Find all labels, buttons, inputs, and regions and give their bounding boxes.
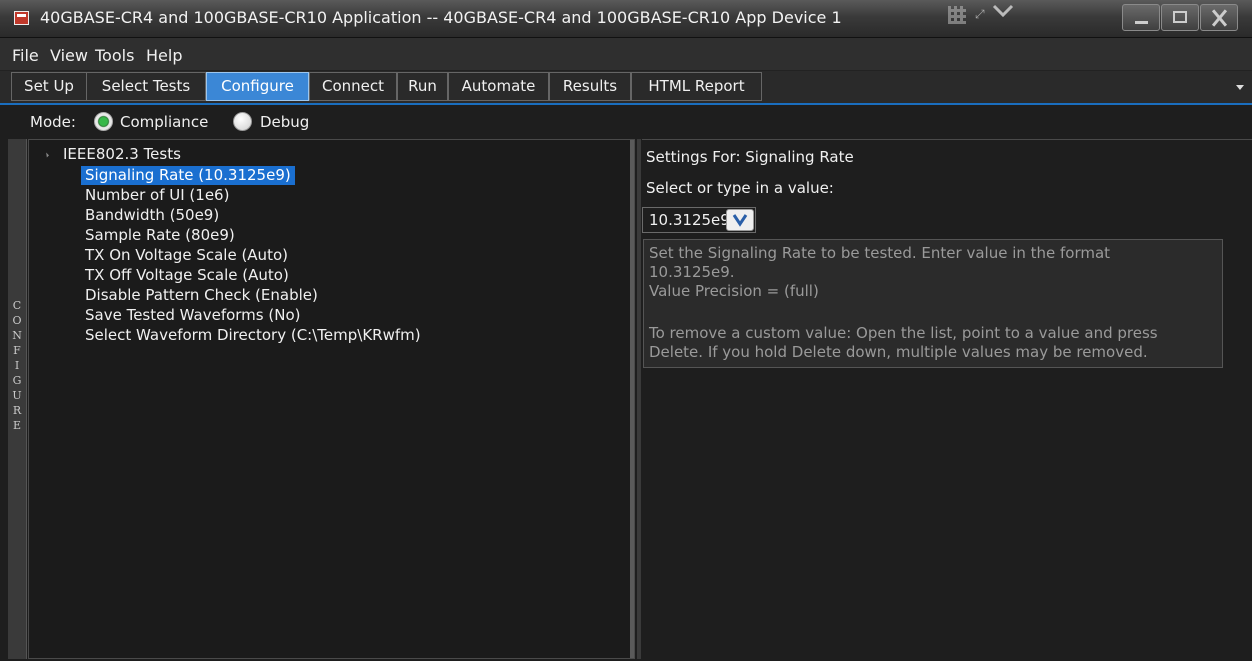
- compliance-label[interactable]: Compliance: [120, 113, 208, 131]
- tree-scrollbar[interactable]: [630, 140, 634, 658]
- chevron-down-icon: [732, 214, 748, 227]
- tree-item-number-of-ui[interactable]: Number of UI (1e6): [81, 186, 233, 205]
- tree-item-select-waveform-directory[interactable]: Select Waveform Directory (C:\Temp\KRwfm…: [81, 326, 425, 345]
- tab-results[interactable]: Results: [549, 72, 631, 101]
- collapse-icon[interactable]: [44, 152, 49, 158]
- menu-view[interactable]: View: [50, 46, 88, 65]
- panel-splitter[interactable]: [637, 139, 641, 659]
- menu-tools[interactable]: Tools: [95, 46, 134, 65]
- help-text-box: Set the Signaling Rate to be tested. Ent…: [643, 239, 1223, 368]
- tab-automate[interactable]: Automate: [448, 72, 549, 101]
- mode-label: Mode:: [30, 113, 76, 131]
- compliance-radio[interactable]: [94, 112, 113, 131]
- tab-connect[interactable]: Connect: [309, 72, 397, 101]
- tab-run[interactable]: Run: [397, 72, 448, 101]
- title-bar[interactable]: 40GBASE-CR4 and 100GBASE-CR10 Applicatio…: [0, 0, 1252, 38]
- value-combobox[interactable]: 10.3125e9: [642, 207, 756, 233]
- tree-item-tx-off-voltage-scale[interactable]: TX Off Voltage Scale (Auto): [81, 266, 293, 285]
- tab-bar: Set Up Select Tests Configure Connect Ru…: [0, 71, 1252, 105]
- close-button[interactable]: [1200, 4, 1238, 31]
- tab-overflow-icon[interactable]: [1236, 85, 1244, 90]
- maximize-button[interactable]: [1161, 4, 1199, 31]
- layout-grid-icon[interactable]: [948, 6, 966, 24]
- tree-item-disable-pattern-check[interactable]: Disable Pattern Check (Enable): [81, 286, 322, 305]
- settings-prompt: Select or type in a value:: [646, 179, 834, 197]
- help-line: Set the Signaling Rate to be tested. Ent…: [649, 244, 1111, 262]
- menu-help[interactable]: Help: [146, 46, 182, 65]
- tree-item-signaling-rate[interactable]: Signaling Rate (10.3125e9): [81, 166, 295, 185]
- menu-bar: File View Tools Help: [0, 38, 1252, 71]
- mode-selector: Mode: Compliance Debug: [28, 110, 628, 134]
- chevron-down-icon[interactable]: [992, 4, 1014, 18]
- dropdown-button[interactable]: [726, 209, 754, 231]
- tree-item-bandwidth[interactable]: Bandwidth (50e9): [81, 206, 223, 225]
- expand-icon[interactable]: ⤢: [975, 6, 991, 22]
- tree-item-save-tested-waveforms[interactable]: Save Tested Waveforms (No): [81, 306, 304, 325]
- side-letter: E: [12, 419, 22, 432]
- tab-html-report[interactable]: HTML Report: [631, 72, 762, 101]
- help-line: Value Precision = (full): [649, 282, 819, 300]
- side-letter: U: [12, 389, 22, 402]
- side-letter: C: [12, 299, 22, 312]
- test-tree[interactable]: IEEE802.3 Tests Signaling Rate (10.3125e…: [28, 139, 635, 659]
- debug-radio[interactable]: [233, 112, 252, 131]
- side-letter: R: [12, 404, 22, 417]
- window-title: 40GBASE-CR4 and 100GBASE-CR10 Applicatio…: [40, 8, 842, 27]
- tree-item-sample-rate[interactable]: Sample Rate (80e9): [81, 226, 239, 245]
- minimize-button[interactable]: [1122, 4, 1160, 31]
- tab-select-tests[interactable]: Select Tests: [86, 72, 206, 101]
- side-letter: O: [12, 314, 22, 327]
- configure-side-label: C O N F I G U R E: [8, 139, 27, 659]
- value-input[interactable]: 10.3125e9: [649, 211, 730, 229]
- settings-title: Settings For: Signaling Rate: [646, 148, 854, 166]
- settings-panel: Settings For: Signaling Rate Select or t…: [642, 139, 1252, 660]
- menu-file[interactable]: File: [12, 46, 39, 65]
- side-letter: N: [12, 329, 22, 342]
- help-line: Delete. If you hold Delete down, multipl…: [649, 343, 1148, 361]
- tree-root[interactable]: IEEE802.3 Tests: [63, 145, 181, 163]
- help-line: To remove a custom value: Open the list,…: [649, 324, 1158, 342]
- side-letter: G: [12, 374, 22, 387]
- debug-label[interactable]: Debug: [260, 113, 309, 131]
- app-icon: [14, 11, 29, 25]
- tab-configure[interactable]: Configure: [206, 72, 309, 101]
- side-letter: F: [13, 344, 21, 357]
- help-line: 10.3125e9.: [649, 263, 735, 281]
- tab-set-up[interactable]: Set Up: [11, 72, 87, 101]
- tree-item-tx-on-voltage-scale[interactable]: TX On Voltage Scale (Auto): [81, 246, 292, 265]
- side-letter: I: [14, 359, 20, 372]
- app-window: 40GBASE-CR4 and 100GBASE-CR10 Applicatio…: [0, 0, 1252, 661]
